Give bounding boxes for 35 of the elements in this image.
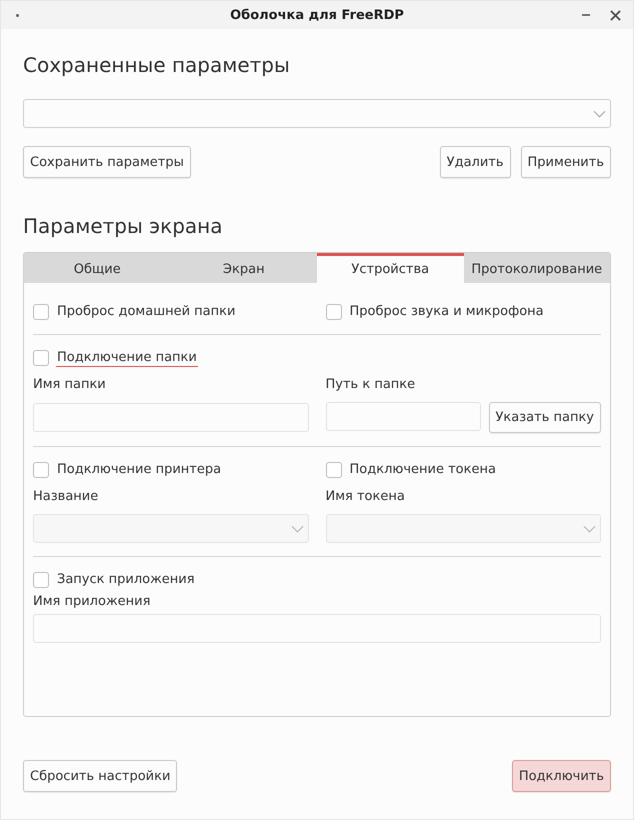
chevron-down-icon bbox=[290, 525, 304, 533]
minimize-icon[interactable] bbox=[582, 14, 590, 16]
tab[interactable]: Протоколирование bbox=[464, 253, 610, 283]
window-menu-icon[interactable] bbox=[16, 14, 19, 16]
field-label: Название bbox=[33, 489, 98, 504]
window-title: Оболочка для FreeRDP bbox=[230, 8, 404, 22]
action-button[interactable]: Сохранить параметры bbox=[23, 146, 191, 178]
chevron-down-icon bbox=[593, 110, 606, 118]
input-field[interactable] bbox=[33, 614, 601, 643]
field-label: Имя токена bbox=[326, 489, 405, 504]
checkbox[interactable] bbox=[33, 572, 49, 588]
field-label: Путь к папке bbox=[326, 377, 416, 392]
input-field[interactable] bbox=[33, 403, 308, 432]
field-label: Имя приложения bbox=[33, 594, 150, 609]
browse-button[interactable]: Указать папку bbox=[488, 402, 601, 433]
profile-dropdown[interactable] bbox=[23, 99, 611, 128]
section-heading: Параметры экрана bbox=[23, 214, 222, 238]
connect-button[interactable]: Подключить bbox=[512, 760, 611, 792]
checkbox[interactable] bbox=[33, 304, 49, 320]
checkbox[interactable] bbox=[326, 304, 342, 320]
tab[interactable]: Экран bbox=[170, 253, 317, 283]
chevron-down-icon bbox=[583, 525, 596, 533]
checkbox-label[interactable]: Проброс домашней папки bbox=[56, 303, 236, 321]
action-button[interactable]: Удалить bbox=[440, 146, 511, 178]
checkbox-label[interactable]: Запуск приложения bbox=[56, 571, 196, 589]
section-heading: Сохраненные параметры bbox=[23, 53, 290, 77]
checkbox-label[interactable]: Подключение папки bbox=[56, 349, 198, 367]
field-label: Имя папки bbox=[33, 377, 106, 392]
input-field[interactable] bbox=[326, 402, 480, 431]
close-icon[interactable] bbox=[610, 10, 621, 20]
reset-button[interactable]: Сбросить настройки bbox=[23, 760, 178, 792]
checkbox-label[interactable]: Проброс звука и микрофона bbox=[348, 303, 545, 321]
checkbox[interactable] bbox=[33, 350, 49, 366]
tab[interactable]: Общие bbox=[24, 253, 170, 283]
action-button[interactable]: Применить bbox=[520, 146, 611, 178]
